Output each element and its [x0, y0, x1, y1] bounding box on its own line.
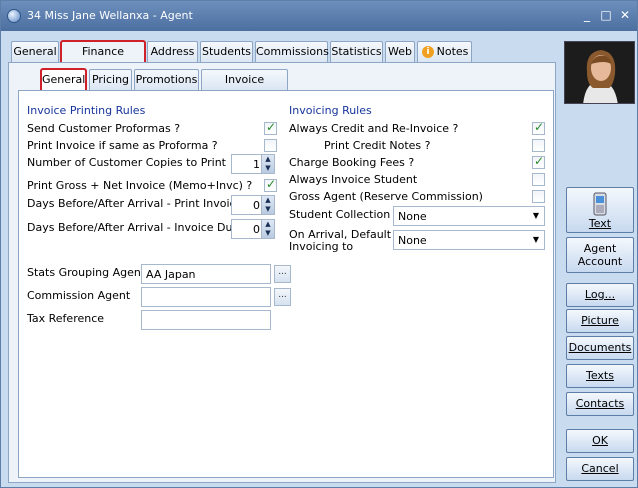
days-due-label: Days Before/After Arrival - Invoice Due [27, 221, 240, 234]
ok-button[interactable]: OK [566, 429, 634, 453]
chevron-down-icon[interactable]: ▼ [528, 207, 544, 225]
picture-button[interactable]: Picture [566, 309, 634, 333]
tab-notes-label: Notes [436, 45, 469, 58]
booking-fees-label: Charge Booking Fees ? [289, 156, 415, 169]
text-button-label: Text [588, 217, 612, 230]
tab-students[interactable]: Students [200, 41, 253, 63]
days-print-label: Days Before/After Arrival - Print Invoic… [27, 197, 243, 210]
stepper-up-icon[interactable]: ▲ [262, 196, 274, 205]
invoice-student-checkbox[interactable] [532, 173, 545, 186]
customer-copies-label: Number of Customer Copies to Print [27, 156, 226, 169]
gross-agent-checkbox[interactable] [532, 190, 545, 203]
days-due-value: 0 [253, 223, 260, 236]
subtab-general[interactable]: General [40, 68, 87, 92]
agent-account-label-2: Account [577, 255, 623, 268]
gross-net-checkbox[interactable] [264, 177, 277, 192]
mobile-phone-icon [593, 192, 607, 216]
print-credit-notes-label: Print Credit Notes ? [324, 139, 431, 152]
stats-agent-label: Stats Grouping Agent [27, 266, 146, 279]
commission-agent-browse-button[interactable]: ... [274, 288, 291, 306]
person-photo-icon [565, 42, 634, 103]
close-button[interactable]: ✕ [617, 7, 633, 23]
credit-reinvoice-checkbox[interactable] [532, 120, 545, 135]
tax-reference-label: Tax Reference [27, 312, 105, 325]
subtab-promotions[interactable]: Promotions [134, 69, 199, 90]
invoicing-rules-title: Invoicing Rules [289, 104, 372, 117]
tab-address[interactable]: Address [147, 41, 198, 63]
invoice-printing-rules-title: Invoice Printing Rules [27, 104, 146, 117]
stepper-up-icon[interactable]: ▲ [262, 220, 274, 229]
invoice-student-label: Always Invoice Student [289, 173, 418, 186]
agent-photo[interactable] [564, 41, 635, 104]
maximize-button[interactable]: □ [598, 7, 614, 23]
contacts-button[interactable]: Contacts [566, 392, 634, 416]
documents-button-label: Documents [568, 341, 632, 354]
days-due-stepper[interactable]: 0 ▲ ▼ [231, 219, 275, 239]
days-print-stepper[interactable]: 0 ▲ ▼ [231, 195, 275, 215]
app-icon [7, 9, 21, 23]
gross-agent-label: Gross Agent (Reserve Commission) [289, 190, 483, 203]
info-icon: i [422, 46, 434, 58]
student-collection-label: Student Collection [289, 208, 391, 221]
stepper-up-icon[interactable]: ▲ [262, 155, 274, 164]
text-button[interactable]: Text [566, 187, 634, 233]
cancel-button[interactable]: Cancel [566, 457, 634, 481]
stats-agent-field[interactable]: AA Japan [141, 264, 271, 284]
on-arrival-select[interactable]: None ▼ [393, 230, 545, 250]
gross-net-label: Print Gross + Net Invoice (Memo+Invc) ? [27, 179, 253, 192]
contacts-button-label: Contacts [575, 397, 625, 410]
stepper-down-icon[interactable]: ▼ [262, 164, 274, 173]
tab-statistics[interactable]: Statistics [330, 41, 383, 63]
subtab-pricing[interactable]: Pricing [89, 69, 132, 90]
agent-account-label-1: Agent [583, 242, 617, 255]
agent-window: 34 Miss Jane Wellanxa - Agent _ □ ✕ Gene… [0, 0, 638, 488]
minimize-button[interactable]: _ [579, 7, 595, 23]
student-collection-value: None [398, 210, 427, 223]
customer-copies-value: 1 [253, 158, 260, 171]
print-credit-notes-checkbox[interactable] [532, 139, 545, 152]
ok-button-label: OK [592, 434, 608, 447]
commission-agent-field[interactable] [141, 287, 271, 307]
print-if-same-checkbox[interactable] [264, 139, 277, 152]
tab-general[interactable]: General [11, 41, 59, 63]
student-collection-select[interactable]: None ▼ [393, 206, 545, 226]
picture-button-label: Picture [581, 314, 619, 327]
tab-finance-details[interactable]: Finance Details [60, 40, 146, 78]
credit-reinvoice-label: Always Credit and Re-Invoice ? [289, 122, 459, 135]
on-arrival-label-2: Invoicing to [289, 240, 354, 253]
commission-agent-label: Commission Agent [27, 289, 131, 302]
cancel-button-label: Cancel [581, 462, 619, 475]
texts-button-label: Texts [586, 369, 614, 382]
tab-web[interactable]: Web [385, 41, 415, 63]
title-bar[interactable]: 34 Miss Jane Wellanxa - Agent _ □ ✕ [1, 1, 637, 31]
log-button[interactable]: Log... [566, 283, 634, 307]
send-proformas-label: Send Customer Proformas ? [27, 122, 181, 135]
booking-fees-checkbox[interactable] [532, 154, 545, 169]
chevron-down-icon[interactable]: ▼ [528, 231, 544, 249]
tab-notes[interactable]: i Notes [417, 41, 472, 63]
stepper-down-icon[interactable]: ▼ [262, 205, 274, 214]
customer-copies-stepper[interactable]: 1 ▲ ▼ [231, 154, 275, 174]
subtab-invoice-layouts[interactable]: Invoice Layouts [201, 69, 288, 105]
stepper-down-icon[interactable]: ▼ [262, 229, 274, 238]
tax-reference-field[interactable] [141, 310, 271, 330]
tab-commissions[interactable]: Commissions [255, 41, 329, 63]
print-if-same-label: Print Invoice if same as Proforma ? [27, 139, 218, 152]
on-arrival-value: None [398, 234, 427, 247]
texts-button[interactable]: Texts [566, 364, 634, 388]
stats-agent-browse-button[interactable]: ... [274, 265, 291, 283]
window-title: 34 Miss Jane Wellanxa - Agent [27, 9, 193, 22]
days-print-value: 0 [253, 199, 260, 212]
send-proformas-checkbox[interactable] [264, 120, 277, 135]
log-button-label: Log... [584, 288, 616, 301]
agent-account-button[interactable]: Agent Account [566, 237, 634, 273]
documents-button[interactable]: Documents [566, 336, 634, 360]
